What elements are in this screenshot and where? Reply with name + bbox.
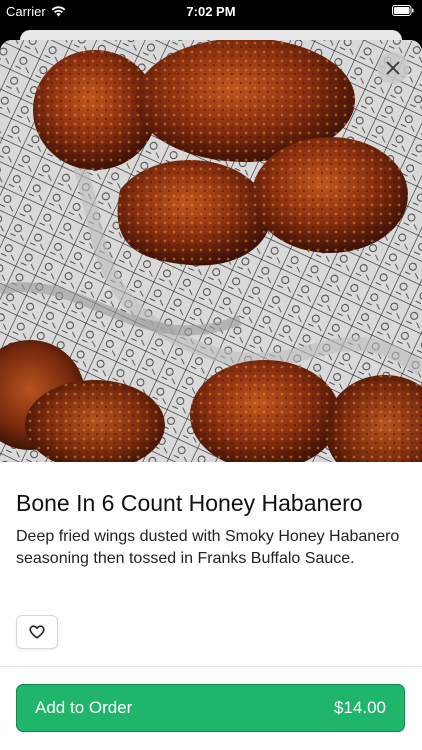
item-description: Deep fried wings dusted with Smoky Honey…	[16, 528, 400, 567]
battery-icon	[392, 5, 414, 16]
heart-icon	[29, 625, 45, 639]
favorite-button[interactable]	[16, 615, 58, 649]
close-icon	[386, 61, 400, 75]
item-title: Bone In 6 Count Honey Habanero	[16, 490, 363, 516]
close-button[interactable]	[377, 52, 409, 84]
divider	[0, 666, 422, 667]
add-to-order-button[interactable]: Add to Order $14.00	[16, 684, 405, 732]
item-photo	[0, 40, 422, 462]
item-detail-sheet: Bone In 6 Count Honey Habanero Deep frie…	[0, 40, 422, 750]
status-bar: Carrier 7:02 PM	[0, 0, 422, 22]
add-to-order-label: Add to Order	[35, 698, 133, 717]
item-price: $14.00	[334, 698, 386, 717]
status-time: 7:02 PM	[186, 4, 236, 19]
